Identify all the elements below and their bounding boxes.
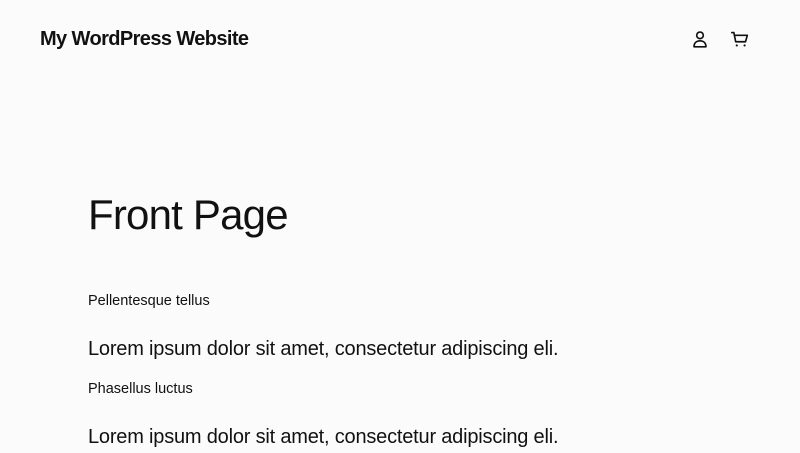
site-title-link[interactable]: My WordPress Website: [40, 26, 249, 52]
page-content: Front Page Pellentesque tellus Lorem ips…: [88, 188, 768, 448]
cart-icon[interactable]: [729, 28, 751, 50]
paragraph-2: Lorem ipsum dolor sit amet, consectetur …: [88, 338, 559, 360]
page-title: Front Page: [88, 191, 289, 238]
paragraph-1: Pellentesque tellus: [88, 292, 210, 309]
site-header: My WordPress Website: [0, 0, 800, 80]
page: My WordPress Website Front Page Pellente…: [0, 0, 800, 453]
paragraph-3: Phasellus luctus: [88, 380, 193, 397]
account-icon[interactable]: [689, 28, 711, 50]
paragraph-4: Lorem ipsum dolor sit amet, consectetur …: [88, 426, 559, 448]
